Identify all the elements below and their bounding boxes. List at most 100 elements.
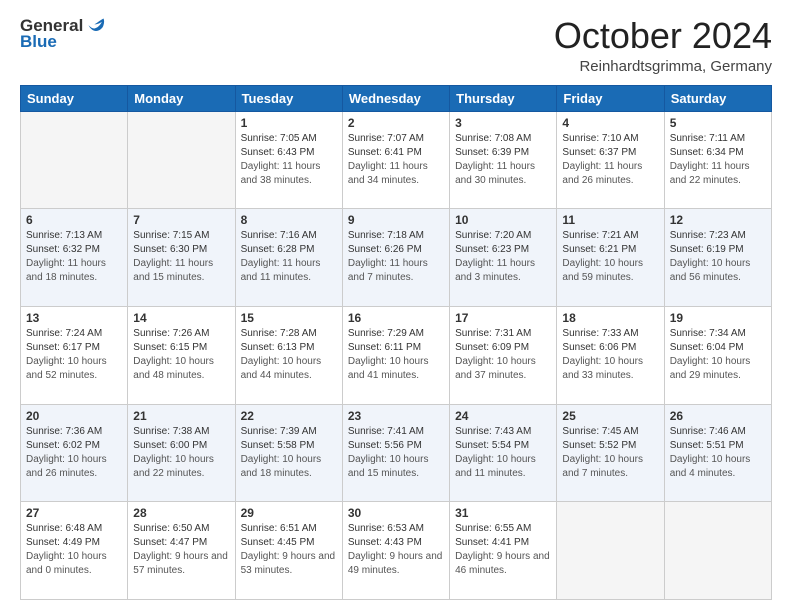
day-info: Sunrise: 7:05 AMSunset: 6:43 PMDaylight:…	[241, 132, 337, 188]
calendar-cell: 17 Sunrise: 7:31 AMSunset: 6:09 PMDayligh…	[450, 306, 557, 404]
daylight-info: Daylight: 10 hours and 15 minutes.	[348, 454, 429, 479]
day-info: Sunrise: 7:31 AMSunset: 6:09 PMDaylight:…	[455, 327, 551, 383]
daylight-info: Daylight: 10 hours and 26 minutes.	[26, 454, 107, 479]
day-info: Sunrise: 7:28 AMSunset: 6:13 PMDaylight:…	[241, 327, 337, 383]
calendar-cell: 10Sunrise: 7:20 AMSunset: 6:23 PMDayligh…	[450, 209, 557, 307]
day-number: 31	[455, 506, 551, 520]
day-number: 22	[241, 409, 337, 423]
day-info: Sunrise: 7:43 AMSunset: 5:54 PMDaylight:…	[455, 425, 551, 481]
weekday-header-monday: Monday	[128, 85, 235, 111]
weekday-header-friday: Friday	[557, 85, 664, 111]
header: General Blue October 2024 Reinhardtsgrim…	[20, 16, 772, 75]
calendar-header-row: SundayMondayTuesdayWednesdayThursdayFrid…	[21, 85, 772, 111]
day-info: Sunrise: 7:24 AMSunset: 6:17 PMDaylight:…	[26, 327, 122, 383]
calendar-cell: 25Sunrise: 7:45 AMSunset: 5:52 PMDayligh…	[557, 404, 664, 502]
calendar-cell: 3Sunrise: 7:08 AMSunset: 6:39 PMDaylight…	[450, 111, 557, 209]
day-info: Sunrise: 7:41 AMSunset: 5:56 PMDaylight:…	[348, 425, 444, 481]
day-info: Sunrise: 7:16 AMSunset: 6:28 PMDaylight:…	[241, 229, 337, 285]
calendar-cell: 31Sunrise: 6:55 AMSunset: 4:41 PMDayligh…	[450, 502, 557, 600]
day-info: Sunrise: 7:39 AMSunset: 5:58 PMDaylight:…	[241, 425, 337, 481]
daylight-info: Daylight: 9 hours and 53 minutes.	[241, 551, 336, 576]
calendar-cell	[128, 111, 235, 209]
day-number: 3	[455, 116, 551, 130]
day-info: Sunrise: 7:36 AMSunset: 6:02 PMDaylight:…	[26, 425, 122, 481]
calendar-cell: 13 Sunrise: 7:24 AMSunset: 6:17 PMDayligh…	[21, 306, 128, 404]
day-info: Sunrise: 7:18 AMSunset: 6:26 PMDaylight:…	[348, 229, 444, 285]
daylight-info: Daylight: 10 hours and 29 minutes.	[670, 356, 751, 381]
daylight-info: Daylight: 9 hours and 49 minutes.	[348, 551, 443, 576]
daylight-info: Daylight: 11 hours and 22 minutes.	[670, 161, 750, 186]
calendar-cell: 12Sunrise: 7:23 AMSunset: 6:19 PMDayligh…	[664, 209, 771, 307]
day-number: 6	[26, 213, 122, 227]
day-number: 16	[348, 311, 444, 325]
day-info: Sunrise: 7:13 AMSunset: 6:32 PMDaylight:…	[26, 229, 122, 285]
day-number: 17	[455, 311, 551, 325]
weekday-header-wednesday: Wednesday	[342, 85, 449, 111]
day-number: 7	[133, 213, 229, 227]
day-number: 29	[241, 506, 337, 520]
location: Reinhardtsgrimma, Germany	[554, 58, 772, 75]
day-info: Sunrise: 6:53 AMSunset: 4:43 PMDaylight:…	[348, 522, 444, 578]
day-number: 10	[455, 213, 551, 227]
daylight-info: Daylight: 10 hours and 52 minutes.	[26, 356, 107, 381]
day-info: Sunrise: 6:50 AMSunset: 4:47 PMDaylight:…	[133, 522, 229, 578]
calendar-cell: 28 Sunrise: 6:50 AMSunset: 4:47 PMDayligh…	[128, 502, 235, 600]
calendar-cell: 16 Sunrise: 7:29 AMSunset: 6:11 PMDayligh…	[342, 306, 449, 404]
day-info: Sunrise: 7:11 AMSunset: 6:34 PMDaylight:…	[670, 132, 766, 188]
daylight-info: Daylight: 10 hours and 56 minutes.	[670, 258, 751, 283]
title-block: October 2024 Reinhardtsgrimma, Germany	[554, 16, 772, 75]
daylight-info: Daylight: 10 hours and 7 minutes.	[562, 454, 643, 479]
day-number: 28	[133, 506, 229, 520]
calendar-week-row: 13 Sunrise: 7:24 AMSunset: 6:17 PMDayligh…	[21, 306, 772, 404]
calendar-cell: 14Sunrise: 7:26 AMSunset: 6:15 PMDayligh…	[128, 306, 235, 404]
day-number: 2	[348, 116, 444, 130]
day-info: Sunrise: 6:48 AMSunset: 4:49 PMDaylight:…	[26, 522, 122, 578]
day-number: 23	[348, 409, 444, 423]
daylight-info: Daylight: 10 hours and 0 minutes.	[26, 551, 107, 576]
day-info: Sunrise: 7:45 AMSunset: 5:52 PMDaylight:…	[562, 425, 658, 481]
calendar-cell: 5 Sunrise: 7:11 AMSunset: 6:34 PMDaylight…	[664, 111, 771, 209]
day-number: 30	[348, 506, 444, 520]
daylight-info: Daylight: 11 hours and 15 minutes.	[133, 258, 213, 283]
daylight-info: Daylight: 11 hours and 7 minutes.	[348, 258, 428, 283]
month-title: October 2024	[554, 16, 772, 56]
calendar-cell: 20Sunrise: 7:36 AMSunset: 6:02 PMDayligh…	[21, 404, 128, 502]
calendar-cell: 8Sunrise: 7:16 AMSunset: 6:28 PMDaylight…	[235, 209, 342, 307]
daylight-info: Daylight: 10 hours and 18 minutes.	[241, 454, 322, 479]
daylight-info: Daylight: 11 hours and 18 minutes.	[26, 258, 106, 283]
day-number: 24	[455, 409, 551, 423]
calendar-cell: 24 Sunrise: 7:43 AMSunset: 5:54 PMDayligh…	[450, 404, 557, 502]
calendar-cell	[21, 111, 128, 209]
calendar-cell: 30 Sunrise: 6:53 AMSunset: 4:43 PMDayligh…	[342, 502, 449, 600]
calendar-cell: 29Sunrise: 6:51 AMSunset: 4:45 PMDayligh…	[235, 502, 342, 600]
calendar-cell: 9 Sunrise: 7:18 AMSunset: 6:26 PMDaylight…	[342, 209, 449, 307]
calendar-week-row: 1Sunrise: 7:05 AMSunset: 6:43 PMDaylight…	[21, 111, 772, 209]
daylight-info: Daylight: 10 hours and 37 minutes.	[455, 356, 536, 381]
page: General Blue October 2024 Reinhardtsgrim…	[0, 0, 792, 612]
calendar-cell: 27 Sunrise: 6:48 AMSunset: 4:49 PMDayligh…	[21, 502, 128, 600]
day-number: 21	[133, 409, 229, 423]
daylight-info: Daylight: 10 hours and 41 minutes.	[348, 356, 429, 381]
day-info: Sunrise: 7:34 AMSunset: 6:04 PMDaylight:…	[670, 327, 766, 383]
day-number: 18	[562, 311, 658, 325]
calendar-cell: 4Sunrise: 7:10 AMSunset: 6:37 PMDaylight…	[557, 111, 664, 209]
logo-blue-text: Blue	[20, 32, 57, 52]
day-info: Sunrise: 7:15 AMSunset: 6:30 PMDaylight:…	[133, 229, 229, 285]
calendar-cell: 22 Sunrise: 7:39 AMSunset: 5:58 PMDayligh…	[235, 404, 342, 502]
daylight-info: Daylight: 9 hours and 46 minutes.	[455, 551, 550, 576]
day-info: Sunrise: 7:10 AMSunset: 6:37 PMDaylight:…	[562, 132, 658, 188]
day-number: 5	[670, 116, 766, 130]
day-number: 27	[26, 506, 122, 520]
calendar-cell: 26Sunrise: 7:46 AMSunset: 5:51 PMDayligh…	[664, 404, 771, 502]
daylight-info: Daylight: 10 hours and 59 minutes.	[562, 258, 643, 283]
daylight-info: Daylight: 10 hours and 22 minutes.	[133, 454, 214, 479]
day-number: 12	[670, 213, 766, 227]
day-info: Sunrise: 7:21 AMSunset: 6:21 PMDaylight:…	[562, 229, 658, 285]
day-info: Sunrise: 7:26 AMSunset: 6:15 PMDaylight:…	[133, 327, 229, 383]
day-number: 13	[26, 311, 122, 325]
day-number: 9	[348, 213, 444, 227]
calendar-cell: 7 Sunrise: 7:15 AMSunset: 6:30 PMDaylight…	[128, 209, 235, 307]
daylight-info: Daylight: 10 hours and 4 minutes.	[670, 454, 751, 479]
calendar-cell	[664, 502, 771, 600]
day-info: Sunrise: 7:29 AMSunset: 6:11 PMDaylight:…	[348, 327, 444, 383]
